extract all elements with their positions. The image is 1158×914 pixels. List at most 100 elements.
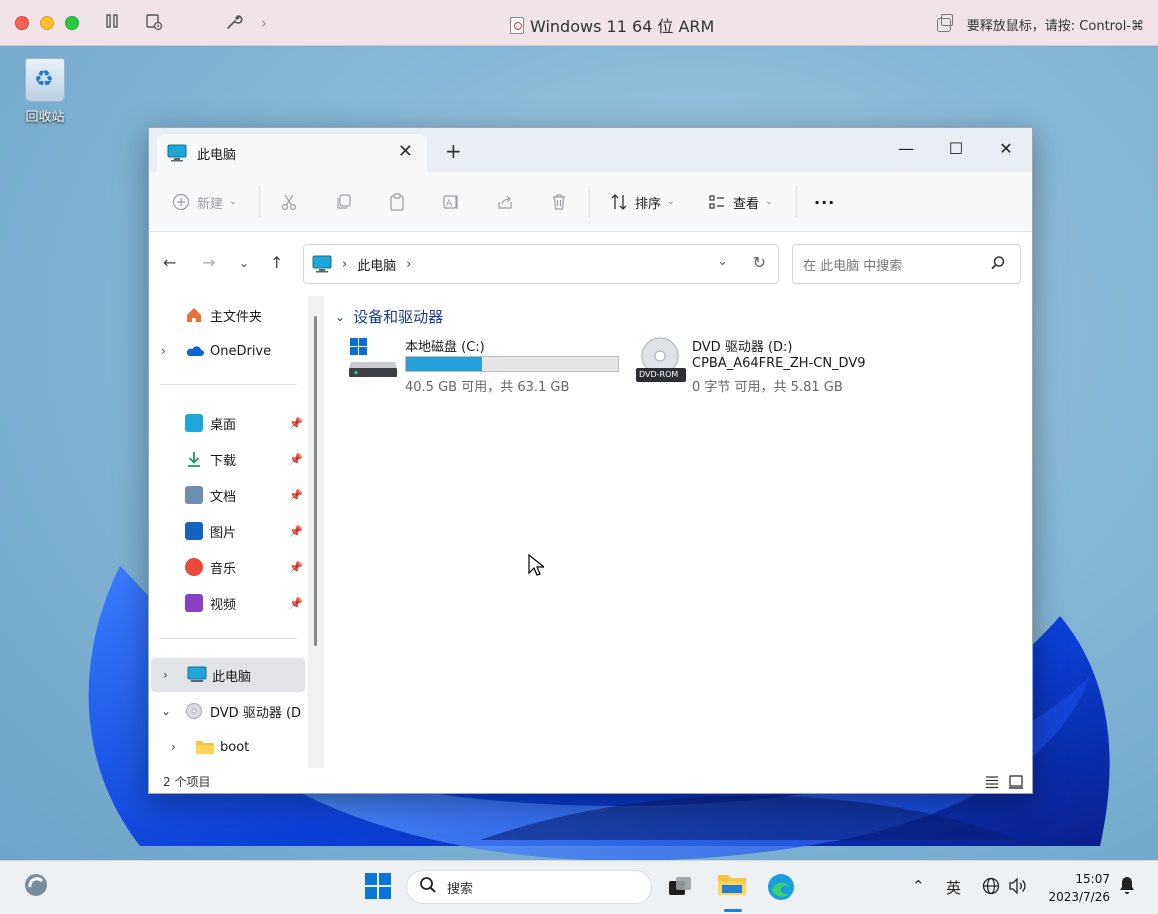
breadcrumb-separator[interactable]: › — [406, 257, 411, 272]
video-icon — [185, 594, 203, 612]
sidebar-item-music[interactable]: 音乐 📌 — [149, 552, 307, 582]
copy-button[interactable] — [333, 188, 353, 216]
zoom-window-button[interactable] — [65, 16, 79, 30]
back-button[interactable]: ← — [163, 253, 176, 273]
pin-icon[interactable]: 📌 — [289, 525, 303, 538]
tab-close-icon[interactable]: ✕ — [398, 142, 413, 162]
taskbar-search[interactable]: 搜索 — [406, 870, 652, 904]
share-button[interactable] — [495, 188, 515, 216]
sidebar-item-home[interactable]: 主文件夹 — [149, 300, 307, 330]
sidebar-item-downloads[interactable]: 下载 📌 — [149, 444, 307, 474]
hard-drive-icon — [349, 338, 397, 377]
download-icon — [185, 450, 203, 468]
chevron-down-icon: ⌄ — [335, 309, 346, 324]
wrench-icon[interactable] — [224, 13, 244, 33]
recycle-bin-label: 回收站 — [25, 110, 65, 125]
command-bar: 新建 ⌄ A 排序 ⌄ 查看 ⌄ ··· — [149, 172, 1032, 232]
file-explorer-taskbar-icon[interactable] — [716, 869, 746, 899]
monitor-icon — [312, 255, 332, 273]
delete-button[interactable] — [549, 188, 569, 216]
input-method-indicator[interactable]: 英 — [946, 877, 961, 898]
paste-button[interactable] — [387, 188, 407, 216]
clipboard-icon — [387, 192, 407, 212]
document-icon — [185, 486, 203, 504]
sidebar-item-videos[interactable]: 视频 📌 — [149, 588, 307, 618]
pin-icon[interactable]: 📌 — [289, 561, 303, 574]
new-tab-button[interactable]: + — [445, 141, 462, 161]
sidebar-item-pictures[interactable]: 图片 📌 — [149, 516, 307, 546]
minimize-window-button[interactable] — [40, 16, 54, 30]
chevron-down-icon: ⌄ — [229, 197, 237, 207]
cut-button[interactable] — [279, 188, 299, 216]
recent-locations-button[interactable]: ⌄ — [239, 253, 249, 273]
tiles-view-icon[interactable] — [1008, 774, 1024, 798]
drive-space-info: 0 字节 可用，共 5.81 GB — [692, 380, 843, 395]
breadcrumb-this-pc[interactable]: 此电脑 — [357, 255, 396, 274]
sidebar-item-desktop[interactable]: 桌面 📌 — [149, 408, 307, 438]
more-options-button[interactable]: ··· — [814, 188, 835, 216]
rename-button[interactable]: A — [441, 188, 461, 216]
snapshot-icon[interactable] — [144, 13, 164, 33]
up-button[interactable]: ↑ — [270, 253, 283, 273]
host-window-title: Windows 11 64 位 ARM — [510, 13, 714, 37]
status-bar: 2 个项目 — [149, 770, 1032, 794]
tab-bar: 此电脑 ✕ + — ☐ ✕ — [149, 128, 1032, 172]
maximize-button[interactable]: ☐ — [933, 134, 979, 164]
breadcrumb-separator: › — [342, 256, 348, 272]
widgets-icon[interactable] — [22, 871, 52, 901]
edge-browser-icon[interactable] — [766, 872, 796, 902]
chevron-right-icon[interactable]: › — [171, 740, 176, 754]
sidebar-item-boot[interactable]: › boot — [149, 732, 307, 762]
forward-button[interactable]: → — [202, 253, 215, 273]
sidebar-item-dvd-drive[interactable]: ⌄ DVD 驱动器 (D — [149, 696, 307, 726]
desktop-folder-icon — [185, 414, 203, 432]
view-button[interactable]: 查看 ⌄ — [707, 188, 773, 216]
pin-icon[interactable]: 📌 — [289, 453, 303, 466]
chevron-right-icon[interactable]: › — [163, 668, 168, 682]
notification-bell-icon[interactable] — [1118, 875, 1136, 899]
new-button[interactable]: 新建 ⌄ — [171, 188, 237, 216]
sidebar-scrollbar-thumb[interactable] — [314, 316, 317, 646]
start-button[interactable] — [364, 872, 394, 902]
system-clock[interactable]: 15:07 2023/7/26 — [1048, 870, 1110, 906]
file-explorer-window: 此电脑 ✕ + — ☐ ✕ 新建 ⌄ A 排序 ⌄ 查看 ⌄ ··· ← → ⌄… — [148, 127, 1033, 794]
host-title-bar: › Windows 11 64 位 ARM 要释放鼠标，请按: Control-… — [0, 0, 1158, 46]
chevron-right-icon[interactable]: › — [161, 344, 166, 358]
navigation-pane: 主文件夹 › OneDrive 桌面 📌 下载 📌 文档 📌 图片 📌 音乐 📌… — [149, 292, 309, 770]
close-window-button[interactable] — [15, 16, 29, 30]
volume-icon[interactable] — [1008, 877, 1028, 899]
sort-icon — [609, 192, 629, 212]
drive-name: DVD 驱动器 (D:) — [692, 340, 793, 355]
sidebar-item-onedrive[interactable]: › OneDrive — [149, 336, 307, 366]
search-icon — [419, 876, 437, 898]
network-globe-icon[interactable] — [982, 877, 1000, 899]
close-button[interactable]: ✕ — [983, 134, 1029, 164]
pin-icon[interactable]: 📌 — [289, 489, 303, 502]
pin-icon[interactable]: 📌 — [289, 597, 303, 610]
trash-icon — [549, 192, 569, 212]
dvd-rom-label: DVD-ROM — [639, 370, 679, 379]
pin-icon[interactable]: 📌 — [289, 417, 303, 430]
pause-icon[interactable] — [102, 13, 122, 33]
display-mode-icon[interactable] — [936, 13, 953, 32]
chevron-down-icon[interactable]: ⌄ — [161, 704, 171, 718]
recycle-bin[interactable]: 回收站 — [20, 58, 70, 125]
monitor-icon — [187, 666, 207, 684]
show-hidden-icons-button[interactable]: ⌃ — [912, 877, 925, 895]
address-bar[interactable]: › 此电脑 › ⌄ ↻ — [303, 244, 779, 284]
sidebar-item-this-pc[interactable]: › 此电脑 — [151, 658, 305, 692]
details-view-icon[interactable] — [984, 774, 1000, 798]
task-view-icon[interactable] — [666, 872, 696, 902]
chevron-right-icon[interactable]: › — [254, 13, 274, 33]
group-header-devices[interactable]: ⌄ 设备和驱动器 — [335, 306, 443, 327]
minimize-button[interactable]: — — [883, 134, 929, 164]
search-input[interactable]: 在 此电脑 中搜索 — [792, 244, 1021, 284]
sidebar-item-documents[interactable]: 文档 📌 — [149, 480, 307, 510]
drive-d[interactable]: DVD-ROM DVD 驱动器 (D:) CPBA_A64FRE_ZH-CN_D… — [636, 336, 866, 395]
drive-c[interactable]: 本地磁盘 (C:) 40.5 GB 可用，共 63.1 GB — [349, 336, 619, 395]
refresh-icon[interactable]: ↻ — [753, 253, 766, 272]
tab-this-pc[interactable]: 此电脑 ✕ — [157, 134, 427, 172]
tab-label: 此电脑 — [197, 147, 237, 163]
chevron-down-icon[interactable]: ⌄ — [717, 254, 728, 269]
sort-button[interactable]: 排序 ⌄ — [609, 188, 675, 216]
